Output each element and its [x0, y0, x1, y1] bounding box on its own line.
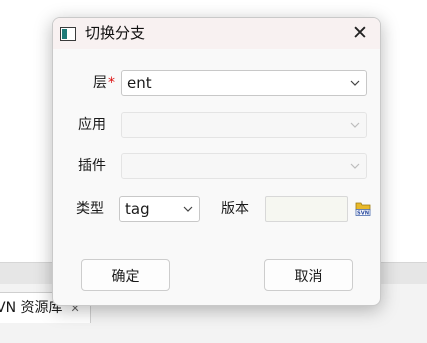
version-label: 版本 — [221, 201, 249, 217]
type-select[interactable]: tag — [119, 196, 200, 222]
application-label: 应用 — [78, 117, 106, 133]
chevron-down-icon — [350, 80, 360, 86]
layer-select-value: ent — [127, 74, 152, 92]
dialog-titlebar[interactable]: 切换分支 ✕ — [53, 18, 380, 49]
type-label: 类型 — [76, 201, 104, 217]
chevron-down-icon — [350, 163, 360, 169]
version-field[interactable] — [265, 196, 348, 222]
chevron-down-icon — [350, 122, 360, 128]
app-window-icon — [60, 27, 76, 41]
switch-branch-dialog: 切换分支 ✕ 层* ent 应用 插件 类型 tag 版本 SVN 确定 取消 — [52, 17, 381, 306]
plugin-label: 插件 — [78, 158, 106, 174]
required-mark: * — [108, 75, 115, 91]
layer-label-text: 层 — [93, 75, 107, 91]
ok-button[interactable]: 确定 — [81, 259, 170, 291]
layer-select[interactable]: ent — [121, 70, 367, 96]
layer-label: 层* — [93, 74, 115, 92]
svg-text:SVN: SVN — [357, 211, 369, 216]
close-button[interactable]: ✕ — [340, 18, 380, 49]
svn-browse-icon[interactable]: SVN — [355, 200, 371, 216]
chevron-down-icon — [183, 206, 193, 212]
type-select-value: tag — [125, 200, 150, 218]
application-select[interactable] — [121, 112, 367, 138]
cancel-button[interactable]: 取消 — [264, 259, 353, 291]
dialog-title: 切换分支 — [85, 24, 146, 42]
plugin-select[interactable] — [121, 153, 367, 179]
